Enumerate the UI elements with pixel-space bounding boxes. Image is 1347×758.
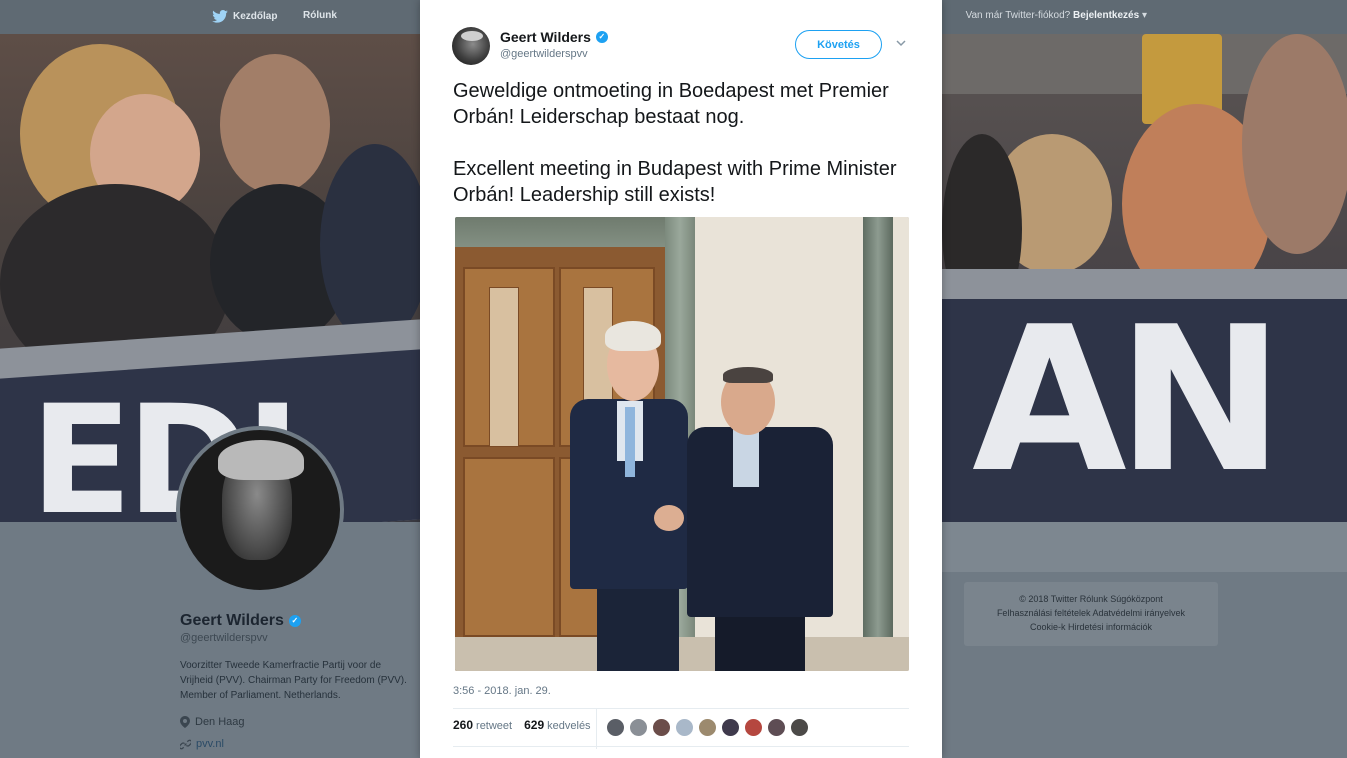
liker-avatar[interactable] — [744, 718, 763, 737]
profile-website-text: pvv.nl — [196, 738, 224, 750]
nav-about-link[interactable]: Rólunk — [303, 10, 337, 21]
liker-avatar[interactable] — [790, 718, 809, 737]
tweet-modal: Geert Wilders ✓ @geertwilderspvv Követés… — [420, 0, 942, 758]
chevron-down-icon: ▾ — [1141, 10, 1147, 21]
tweet-text-dutch: Geweldige ontmoeting in Boedapest met Pr… — [453, 80, 889, 128]
tweet-photo[interactable] — [455, 217, 909, 671]
footer-line-3[interactable]: Cookie-k Hirdetési információk — [970, 620, 1212, 634]
profile-website[interactable]: pvv.nl — [180, 738, 224, 750]
tweet-timestamp[interactable]: 3:56 - 2018. jan. 29. — [453, 685, 551, 697]
chevron-down-icon[interactable] — [896, 38, 906, 48]
link-icon — [180, 739, 191, 749]
nav-home-link[interactable]: Kezdőlap — [212, 10, 277, 23]
liker-avatars — [606, 718, 809, 737]
twitter-bird-icon — [212, 10, 228, 23]
location-pin-icon — [180, 716, 190, 728]
tweet-author-name-text: Geert Wilders — [500, 29, 591, 45]
profile-name[interactable]: Geert Wilders ✓ — [180, 612, 301, 630]
follow-button[interactable]: Követés — [795, 30, 882, 59]
like-count-value: 629 — [524, 718, 545, 732]
tweet-author-avatar[interactable] — [452, 27, 490, 65]
retweet-count-value: 260 — [453, 718, 474, 732]
tweet-text: Geweldige ontmoeting in Boedapest met Pr… — [453, 78, 913, 208]
like-count[interactable]: 629 kedvelés — [524, 718, 590, 732]
stats-separator — [596, 709, 597, 749]
liker-avatar[interactable] — [606, 718, 625, 737]
footer-line-2[interactable]: Felhasználási feltételek Adatvédelmi irá… — [970, 606, 1212, 620]
like-count-label: kedvelés — [547, 720, 591, 732]
tweet-divider — [453, 708, 909, 709]
verified-badge-icon: ✓ — [595, 31, 608, 43]
footer-line-1[interactable]: © 2018 Twitter Rólunk Súgóközpont — [970, 592, 1212, 606]
footer-links: © 2018 Twitter Rólunk Súgóközpont Felhas… — [964, 582, 1218, 646]
login-prompt: Van már Twitter-fiókod? Bejelentkezés ▾ — [966, 10, 1147, 21]
account-question: Van már Twitter-fiókod? — [965, 10, 1071, 21]
tweet-divider — [453, 746, 909, 747]
tweet-stats: 260 retweet 629 kedvelés — [453, 718, 591, 732]
tweet-text-english: Excellent meeting in Budapest with Prime… — [453, 158, 897, 206]
liker-avatar[interactable] — [675, 718, 694, 737]
tweet-author-name[interactable]: Geert Wilders ✓ — [500, 29, 608, 45]
retweet-count-label: retweet — [476, 720, 513, 732]
profile-location: Den Haag — [180, 716, 245, 728]
profile-location-text: Den Haag — [195, 716, 245, 728]
login-link[interactable]: Bejelentkezés — [1073, 10, 1139, 21]
header-photo-right: AN — [942, 34, 1347, 522]
liker-avatar[interactable] — [721, 718, 740, 737]
liker-avatar[interactable] — [652, 718, 671, 737]
profile-name-text: Geert Wilders — [180, 612, 284, 629]
tweet-author-handle[interactable]: @geertwilderspvv — [500, 48, 588, 60]
profile-bio: Voorzitter Tweede Kamerfractie Partij vo… — [180, 660, 407, 701]
verified-badge-icon: ✓ — [288, 615, 301, 627]
profile-avatar[interactable] — [176, 426, 344, 594]
profile-handle: @geertwilderspvv — [180, 632, 268, 644]
liker-avatar[interactable] — [698, 718, 717, 737]
nav-home-label: Kezdőlap — [233, 11, 278, 22]
liker-avatar[interactable] — [629, 718, 648, 737]
liker-avatar[interactable] — [767, 718, 786, 737]
retweet-count[interactable]: 260 retweet — [453, 718, 512, 732]
